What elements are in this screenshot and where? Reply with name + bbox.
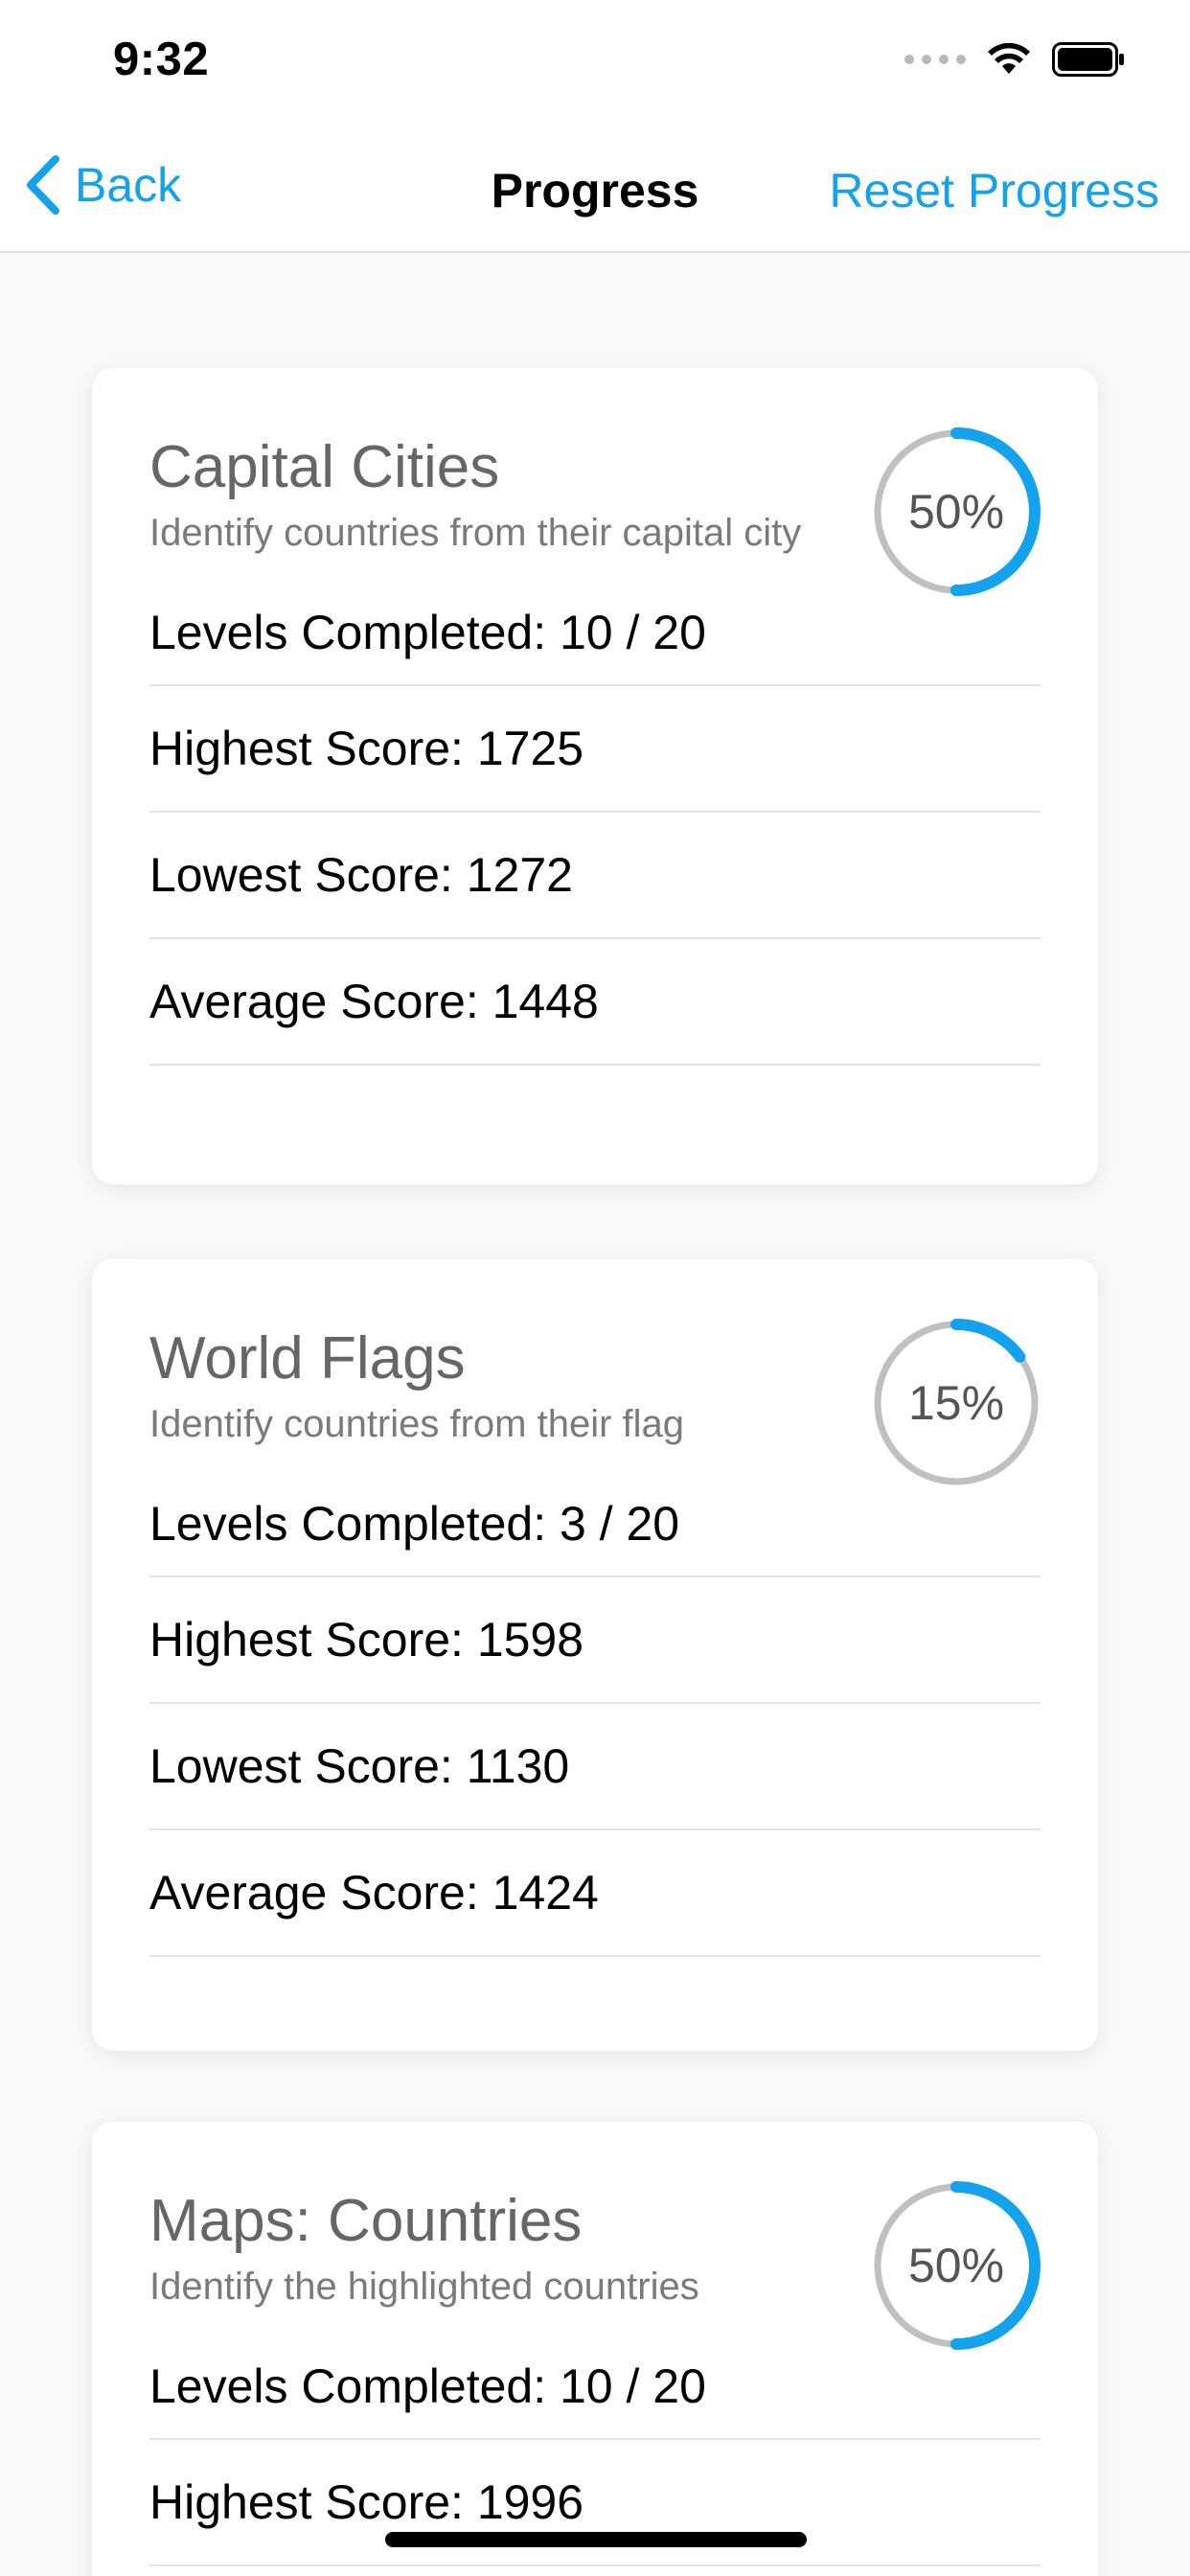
lowest-score: Lowest Score: 1272 bbox=[149, 813, 1041, 940]
battery-icon bbox=[1052, 42, 1124, 77]
progress-percent: 15% bbox=[907, 1376, 1005, 1430]
card-title: Maps: Countries bbox=[149, 2188, 583, 2254]
card-title: Capital Cities bbox=[149, 434, 500, 500]
progress-percent: 50% bbox=[907, 2239, 1005, 2292]
status-icons bbox=[904, 42, 1125, 77]
card-header: Capital Cities Identify countries from t… bbox=[149, 368, 1041, 596]
reset-progress-button[interactable]: Reset Progress bbox=[829, 163, 1159, 218]
app-screen: 9:32 Back Progress Reset Progress Capita… bbox=[0, 0, 1190, 2576]
progress-ring: 50% bbox=[872, 427, 1041, 596]
status-time: 9:32 bbox=[113, 34, 210, 85]
stats-list: Levels Completed: 10 / 20 Highest Score:… bbox=[149, 581, 1041, 1067]
levels-completed: Levels Completed: 10 / 20 bbox=[149, 581, 1041, 687]
wifi-icon bbox=[988, 43, 1030, 74]
card-subtitle: Identify countries from their flag bbox=[149, 1403, 685, 1446]
card-title: World Flags bbox=[149, 1325, 466, 1392]
cellular-signal-icon bbox=[904, 55, 966, 64]
card-subtitle: Identify the highlighted countries bbox=[149, 2266, 699, 2309]
card-subtitle: Identify countries from their capital ci… bbox=[149, 512, 802, 555]
average-score: Average Score: 1424 bbox=[149, 1830, 1041, 1958]
category-card-capital-cities: Capital Cities Identify countries from t… bbox=[92, 368, 1098, 1184]
levels-completed: Levels Completed: 10 / 20 bbox=[149, 2334, 1041, 2441]
progress-percent: 50% bbox=[907, 485, 1005, 539]
stats-list: Levels Completed: 3 / 20 Highest Score: … bbox=[149, 1472, 1041, 1958]
levels-completed: Levels Completed: 3 / 20 bbox=[149, 1472, 1041, 1578]
status-bar: 9:32 bbox=[0, 0, 1190, 126]
card-header: World Flags Identify countries from thei… bbox=[149, 1259, 1041, 1487]
card-header: Maps: Countries Identify the highlighted… bbox=[149, 2122, 1041, 2350]
highest-score: Highest Score: 1598 bbox=[149, 1577, 1041, 1705]
progress-ring: 50% bbox=[872, 2181, 1041, 2350]
progress-ring: 15% bbox=[872, 1319, 1041, 1487]
average-score: Average Score: 1448 bbox=[149, 939, 1041, 1067]
home-indicator[interactable] bbox=[385, 2532, 807, 2547]
category-card-maps-countries: Maps: Countries Identify the highlighted… bbox=[92, 2122, 1098, 2576]
highest-score: Highest Score: 1725 bbox=[149, 686, 1041, 814]
category-card-world-flags: World Flags Identify countries from thei… bbox=[92, 1259, 1098, 2051]
highest-score: Highest Score: 1996 bbox=[149, 2440, 1041, 2567]
navigation-bar: Back Progress Reset Progress bbox=[0, 126, 1190, 253]
lowest-score: Lowest Score: 1130 bbox=[149, 1704, 1041, 1831]
